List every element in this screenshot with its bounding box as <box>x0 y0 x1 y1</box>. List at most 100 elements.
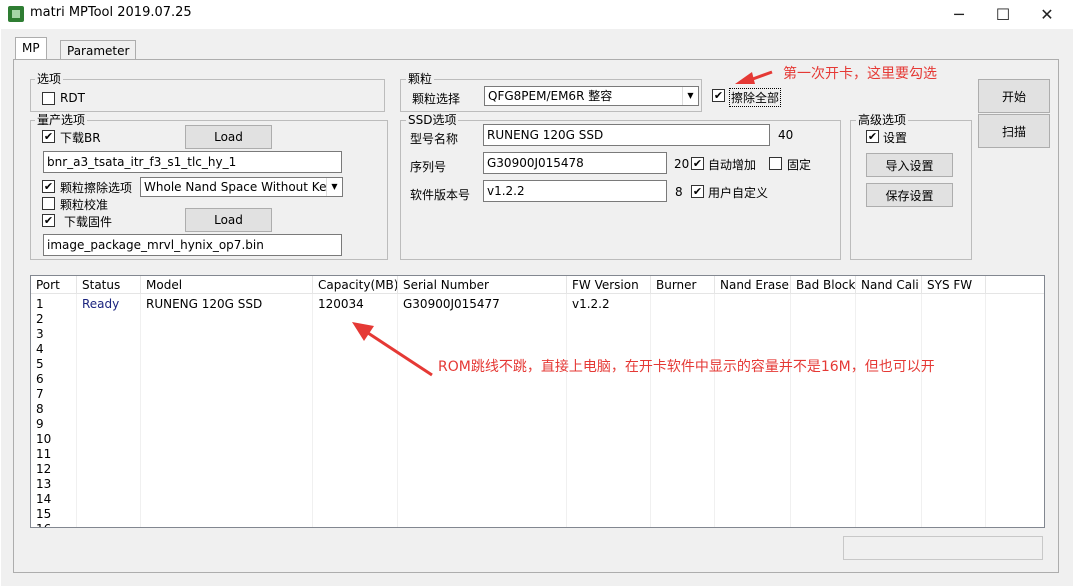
settings-label: 设置 <box>883 131 908 145</box>
table-row[interactable]: 15 <box>31 507 1044 522</box>
download-br-checkbox[interactable]: ✔ <box>42 130 55 143</box>
erase-mode-select[interactable]: Whole Nand Space Without Keep ▼ <box>140 177 343 197</box>
load-br-button[interactable]: Load <box>185 125 272 149</box>
status-box <box>843 536 1043 560</box>
tab-mp[interactable]: MP <box>15 37 47 61</box>
table-row[interactable]: 9 <box>31 417 1044 432</box>
erase-all-checkbox[interactable]: ✔ <box>712 89 725 102</box>
table-row[interactable]: 16 <box>31 522 1044 527</box>
port-table[interactable]: Port Status Model Capacity(MB) Serial Nu… <box>30 275 1045 528</box>
nand-select-value: QFG8PEM/EM6R 整容 <box>488 89 613 103</box>
capacity-cell: 120034 <box>318 297 364 311</box>
fw-version-label: 软件版本号 <box>410 188 471 202</box>
fw-version-cell: v1.2.2 <box>572 297 610 311</box>
start-button[interactable]: 开始 <box>978 79 1050 113</box>
nand-group-title: 颗粒 <box>406 72 435 86</box>
column-header-nand-cali[interactable]: Nand Cali <box>856 276 922 294</box>
close-button[interactable]: ✕ <box>1024 0 1070 28</box>
port-cell: 13 <box>36 477 52 491</box>
ssd-group-title: SSD选项 <box>406 113 459 127</box>
fw-version-length: 8 <box>675 185 683 199</box>
options-group-title: 选项 <box>35 72 64 86</box>
settings-checkbox[interactable]: ✔ <box>866 130 879 143</box>
br-file-field[interactable]: bnr_a3_tsata_itr_f3_s1_tlc_hy_1 <box>43 151 342 173</box>
nand-select[interactable]: QFG8PEM/EM6R 整容 ▼ <box>484 86 699 106</box>
column-header-fw-version[interactable]: FW Version <box>567 276 651 294</box>
user-defined-checkbox[interactable]: ✔ <box>691 185 704 198</box>
table-row[interactable]: 2 <box>31 312 1044 327</box>
port-cell: 16 <box>31 522 51 527</box>
title-bar: matri MPTool 2019.07.25 ─ ☐ ✕ <box>0 0 1074 28</box>
nand-calibrate-label: 颗粒校准 <box>60 198 109 212</box>
erase-mode-value: Whole Nand Space Without Keep <box>144 180 342 194</box>
table-row[interactable]: 8 <box>31 402 1044 417</box>
serial-input[interactable]: G30900J015478 <box>483 152 667 174</box>
model-name-length: 40 <box>778 128 794 142</box>
port-cell: 6 <box>36 372 44 386</box>
table-row[interactable]: 13 <box>31 477 1044 492</box>
table-row[interactable]: 4 <box>31 342 1044 357</box>
download-fw-checkbox[interactable]: ✔ <box>42 214 55 227</box>
chevron-down-icon[interactable]: ▼ <box>682 87 698 105</box>
minimize-button[interactable]: ─ <box>936 0 982 28</box>
erase-all-label: 擦除全部 <box>729 88 782 107</box>
model-name-input[interactable]: RUNENG 120G SSD <box>483 124 770 146</box>
column-header-port[interactable]: Port <box>31 276 77 294</box>
erase-option-label: 颗粒擦除选项 <box>60 181 133 195</box>
model-name-label: 型号名称 <box>410 132 459 146</box>
table-row[interactable]: 14 <box>31 492 1044 507</box>
table-row[interactable]: 3 <box>31 327 1044 342</box>
serial-label: 序列号 <box>410 160 447 174</box>
column-header-nand-erase[interactable]: Nand Erase <box>715 276 791 294</box>
port-cell: 1 <box>36 297 44 311</box>
port-cell: 14 <box>36 492 52 506</box>
user-defined-label: 用户自定义 <box>708 186 769 200</box>
serial-cell: G30900J015477 <box>403 297 500 311</box>
download-br-label: 下载BR <box>60 131 101 145</box>
maximize-button[interactable]: ☐ <box>980 0 1026 28</box>
column-header-serial[interactable]: Serial Number <box>398 276 567 294</box>
column-header-bad-block[interactable]: Bad Block <box>791 276 856 294</box>
column-header-status[interactable]: Status <box>77 276 141 294</box>
scan-button[interactable]: 扫描 <box>978 114 1050 148</box>
table-row[interactable]: 10 <box>31 432 1044 447</box>
erase-option-checkbox[interactable]: ✔ <box>42 180 55 193</box>
rdt-label: RDT <box>60 91 85 105</box>
download-fw-label: 下载固件 <box>64 215 113 229</box>
fw-version-input[interactable]: v1.2.2 <box>483 180 667 202</box>
port-cell: 9 <box>36 417 44 431</box>
port-cell: 12 <box>36 462 52 476</box>
serial-length: 20 <box>674 157 690 171</box>
port-cell: 2 <box>36 312 44 326</box>
fw-file-field[interactable]: image_package_mrvl_hynix_op7.bin <box>43 234 342 256</box>
nand-select-label: 颗粒选择 <box>412 92 461 106</box>
import-settings-button[interactable]: 导入设置 <box>866 153 953 177</box>
port-cell: 3 <box>36 327 44 341</box>
auto-increment-label: 自动增加 <box>708 158 757 172</box>
port-cell: 10 <box>36 432 52 446</box>
auto-increment-checkbox[interactable]: ✔ <box>691 157 704 170</box>
column-header-burner[interactable]: Burner <box>651 276 715 294</box>
column-header-sys-fw[interactable]: SYS FW <box>922 276 986 294</box>
port-cell: 4 <box>36 342 44 356</box>
column-header-capacity[interactable]: Capacity(MB) <box>313 276 398 294</box>
port-cell: 11 <box>36 447 52 461</box>
chevron-down-icon[interactable]: ▼ <box>326 178 342 196</box>
column-header-model[interactable]: Model <box>141 276 313 294</box>
table-row[interactable]: 7 <box>31 387 1044 402</box>
port-cell: 5 <box>36 357 44 371</box>
load-fw-button[interactable]: Load <box>185 208 272 232</box>
port-cell: 7 <box>36 387 44 401</box>
port-cell: 8 <box>36 402 44 416</box>
nand-calibrate-checkbox[interactable] <box>42 197 55 210</box>
table-row[interactable]: 12 <box>31 462 1044 477</box>
model-cell: RUNENG 120G SSD <box>146 297 263 311</box>
production-group-title: 量产选项 <box>35 113 88 127</box>
save-settings-button[interactable]: 保存设置 <box>866 183 953 207</box>
table-row[interactable]: 1 Ready RUNENG 120G SSD 120034 G30900J01… <box>31 297 1044 312</box>
fixed-checkbox[interactable] <box>769 157 782 170</box>
table-row[interactable]: 11 <box>31 447 1044 462</box>
rdt-checkbox[interactable] <box>42 92 55 105</box>
window-title: matri MPTool 2019.07.25 <box>30 5 192 20</box>
fixed-label: 固定 <box>787 158 812 172</box>
